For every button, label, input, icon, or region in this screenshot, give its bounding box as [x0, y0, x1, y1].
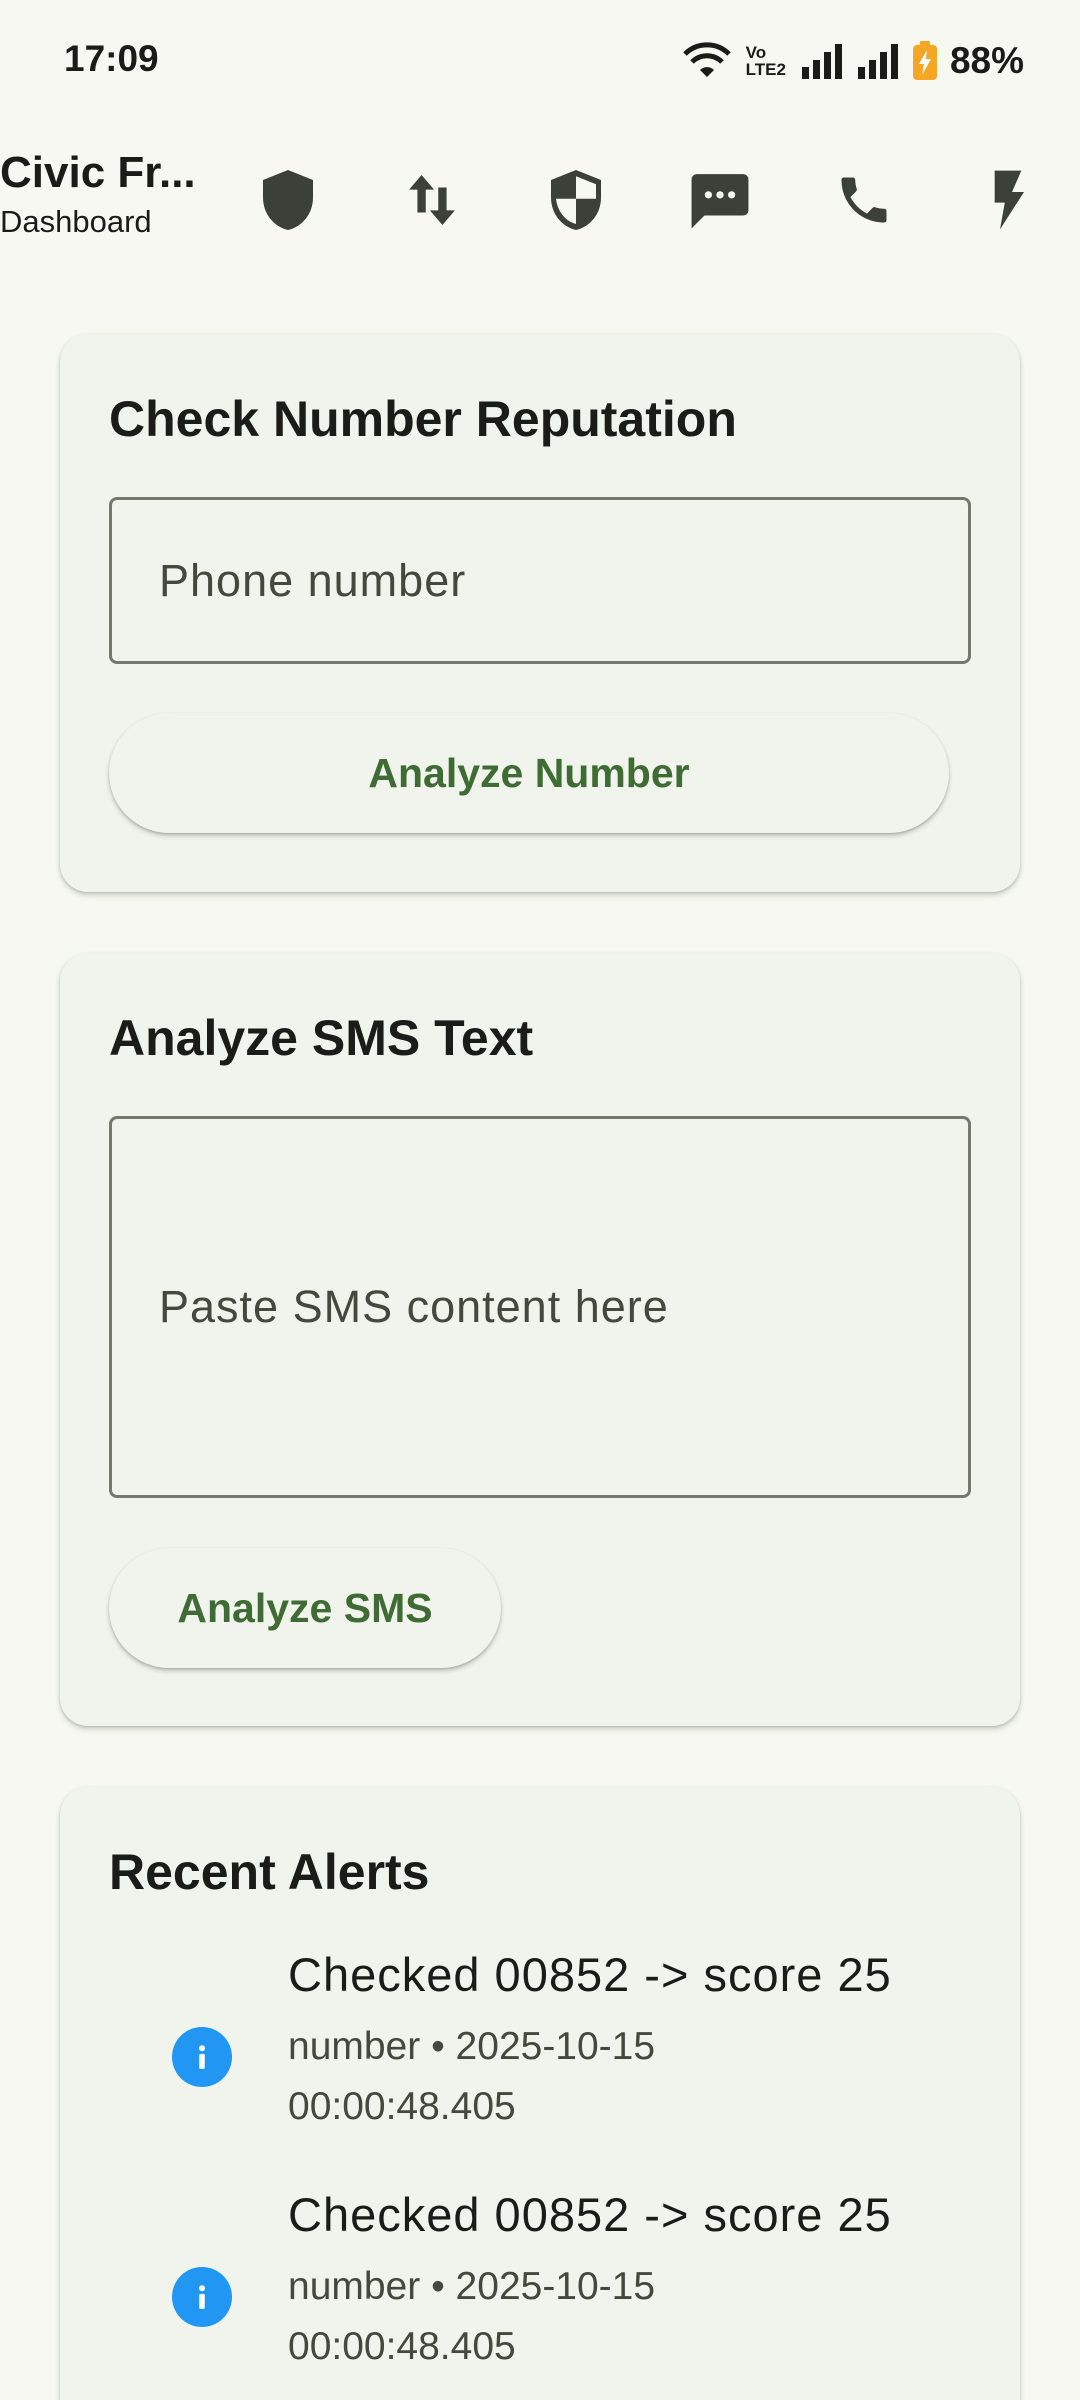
number-card-title: Check Number Reputation [109, 391, 737, 447]
phone-icon [841, 177, 887, 223]
recent-alerts-card: Recent Alerts Checked 00852 -> score 25 … [60, 1787, 1020, 2400]
info-icon [172, 2027, 232, 2087]
app-title: Civic Fr... [0, 148, 196, 197]
phone-number-input[interactable]: Phone number [109, 497, 971, 664]
volte-top: Vo [745, 43, 767, 62]
signal-icon [857, 44, 898, 79]
alert-title: Checked 00852 -> score 25 [288, 1948, 892, 2001]
shield-icon [263, 170, 313, 230]
battery-charging-icon [912, 41, 937, 80]
volte-icon: Vo LTE2 [746, 44, 786, 78]
security-icon [551, 170, 601, 230]
app-bar: Civic Fr... Dashboard [0, 140, 1080, 260]
info-icon [172, 2267, 232, 2327]
analyze-number-button[interactable]: Analyze Number [109, 713, 949, 833]
battery-percentage: 88% [949, 40, 1024, 81]
alert-subtitle: number • 2025-10-15 00:00:48.405 [288, 2265, 656, 2368]
phone-button[interactable] [814, 150, 914, 250]
status-time: 17:09 [64, 38, 159, 79]
sms-button[interactable] [670, 150, 770, 250]
flash-button[interactable] [958, 150, 1058, 250]
alert-item[interactable]: Checked 00852 -> score 25 number • 2025-… [60, 2187, 922, 2400]
app-subtitle: Dashboard [0, 204, 152, 239]
number-reputation-card: Check Number Reputation Phone number Ana… [60, 334, 1020, 892]
flash-icon [994, 170, 1024, 230]
sms-icon [691, 174, 749, 229]
status-icons: Vo LTE2 88% [682, 36, 1024, 86]
sync-button[interactable] [382, 150, 482, 250]
phone-number-placeholder: Phone number [159, 554, 467, 606]
alerts-card-title: Recent Alerts [109, 1844, 430, 1900]
swap-vert-icon [409, 175, 455, 225]
wifi-icon [682, 42, 731, 77]
security-button[interactable] [526, 150, 626, 250]
sms-card-title: Analyze SMS Text [109, 1010, 534, 1066]
sms-analysis-card: Analyze SMS Text Paste SMS content here … [60, 953, 1020, 1726]
shield-button[interactable] [238, 150, 338, 250]
screen: 17:09 Vo LTE2 88% Civic Fr... Dashboard … [0, 0, 1080, 2400]
alert-title: Checked 00852 -> score 25 [288, 2188, 892, 2241]
volte-bottom: LTE2 [745, 60, 786, 79]
status-bar: 17:09 Vo LTE2 88% [0, 0, 1080, 120]
sms-content-placeholder: Paste SMS content here [159, 1281, 669, 1332]
alert-item[interactable]: Checked 00852 -> score 25 number • 2025-… [60, 1947, 922, 2167]
signal-icon [801, 44, 842, 79]
sms-content-input[interactable]: Paste SMS content here [109, 1116, 971, 1498]
analyze-sms-button[interactable]: Analyze SMS [109, 1548, 501, 1668]
alert-subtitle: number • 2025-10-15 00:00:48.405 [288, 2025, 656, 2128]
